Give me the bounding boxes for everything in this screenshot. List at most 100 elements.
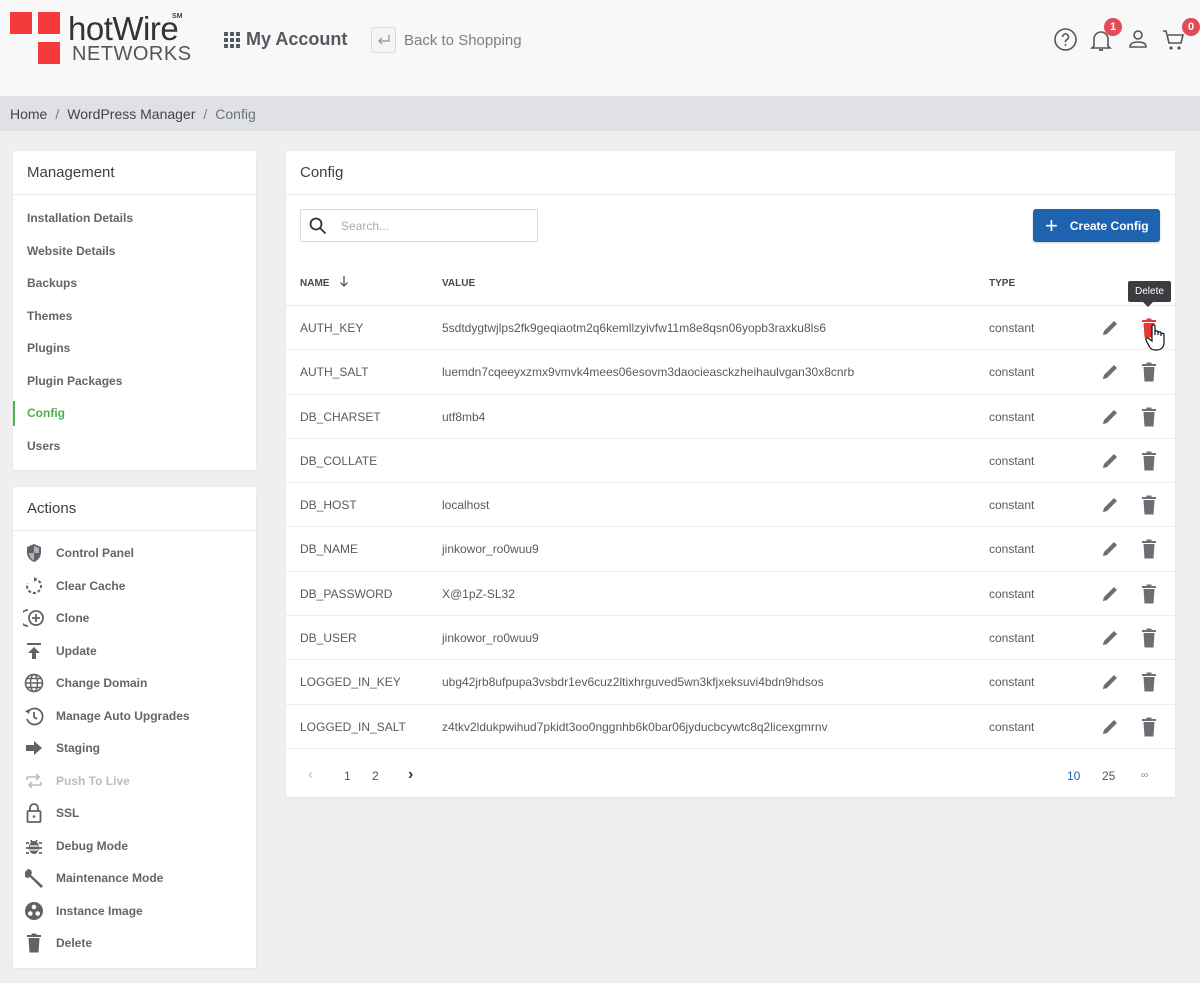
prev-page-button[interactable]: ‹: [308, 766, 313, 784]
action-change-domain[interactable]: Change Domain: [13, 667, 256, 700]
create-config-button[interactable]: + Create Config: [1033, 209, 1160, 242]
delete-icon[interactable]: [1141, 717, 1157, 737]
sidebar-item-users[interactable]: Users: [13, 430, 256, 463]
user-icon: [1129, 30, 1147, 48]
sidebar-item-themes[interactable]: Themes: [13, 300, 256, 333]
sidebar-item-backups[interactable]: Backups: [13, 267, 256, 300]
sidebar-item-label: Installation Details: [27, 211, 134, 226]
edit-icon[interactable]: [1101, 363, 1119, 381]
next-page-button[interactable]: ›: [408, 766, 413, 784]
cell-type: constant: [989, 321, 1035, 335]
sidebar-item-website-details[interactable]: Website Details: [13, 235, 256, 268]
edit-icon[interactable]: [1101, 408, 1119, 426]
table-row: DB_COLLATE constant: [286, 439, 1175, 484]
action-clear-cache[interactable]: Clear Cache: [13, 570, 256, 603]
help-button[interactable]: [1053, 27, 1079, 53]
delete-icon[interactable]: [1141, 628, 1157, 648]
my-account-link[interactable]: My Account: [224, 29, 347, 50]
edit-icon[interactable]: [1101, 673, 1119, 691]
actions-list: Control Panel Clear Cache Clone Update Chang…: [13, 531, 256, 960]
apps-grid-icon: [224, 31, 240, 48]
table-row: AUTH_KEY 5sdtdygtwjlps2fk9geqiaotm2q6keml…: [286, 306, 1175, 351]
table-row: DB_HOST localhost constant: [286, 483, 1175, 528]
delete-icon[interactable]: [1141, 407, 1157, 427]
action-staging[interactable]: Staging: [13, 732, 256, 765]
actions-card: Actions Control Panel Clear Cache Clone Upd…: [13, 487, 256, 968]
breadcrumb: Home / WordPress Manager / Config: [0, 96, 1200, 131]
edit-icon[interactable]: [1101, 629, 1119, 647]
cart-button[interactable]: 0: [1162, 18, 1200, 54]
cell-name: DB_NAME: [300, 542, 359, 557]
search-field[interactable]: [300, 209, 538, 242]
config-card: Config + Create Config NAME VALUE TYPE A…: [286, 151, 1175, 797]
edit-icon[interactable]: [1101, 496, 1119, 514]
cart-badge: 0: [1182, 18, 1200, 36]
action-update[interactable]: Update: [13, 635, 256, 668]
page-button-1[interactable]: 1: [344, 769, 351, 783]
edit-icon[interactable]: [1101, 540, 1119, 558]
cell-value: luemdn7cqeeyxzmx9vmvk4mees06esovm3daocie…: [442, 365, 855, 380]
sidebar-item-label: Plugin Packages: [27, 373, 123, 388]
sidebar-item-plugins[interactable]: Plugins: [13, 332, 256, 365]
column-header-name[interactable]: NAME: [300, 278, 329, 289]
cell-name: LOGGED_IN_KEY: [300, 675, 401, 690]
breadcrumb-separator: /: [55, 105, 60, 122]
delete-icon[interactable]: [1141, 451, 1157, 471]
sidebar-item-label: Themes: [27, 308, 73, 323]
sort-descending-icon[interactable]: [339, 275, 349, 291]
create-config-label: Create Config: [1069, 218, 1149, 233]
pagination: ‹ 1 2 › 10 25 ∞: [286, 754, 1175, 798]
back-to-shopping-link[interactable]: Back to Shopping: [371, 27, 522, 53]
arrow-right-icon: [23, 738, 45, 758]
help-circle-icon: [1054, 28, 1077, 51]
page-size-25[interactable]: 25: [1102, 769, 1115, 783]
action-clone[interactable]: Clone: [13, 602, 256, 635]
sidebar-item-label: Backups: [27, 276, 78, 291]
edit-icon[interactable]: [1101, 319, 1119, 337]
cell-type: constant: [989, 675, 1035, 690]
cell-value: z4tkv2ldukpwihud7pkidt3oo0nggnhb6k0bar06…: [442, 719, 828, 734]
action-control-panel[interactable]: Control Panel: [13, 537, 256, 570]
action-manage-auto-upgrades[interactable]: Manage Auto Upgrades: [13, 700, 256, 733]
action-ssl[interactable]: SSL: [13, 797, 256, 830]
cell-value: jinkowor_ro0wuu9: [442, 542, 539, 557]
edit-icon[interactable]: [1101, 718, 1119, 736]
cell-value: 5sdtdygtwjlps2fk9geqiaotm2q6kemllzyivfw1…: [442, 321, 826, 335]
action-delete[interactable]: Delete: [13, 927, 256, 960]
action-maintenance-mode[interactable]: Maintenance Mode: [13, 862, 256, 895]
cell-name: DB_PASSWORD: [300, 586, 393, 601]
action-label: Instance Image: [56, 903, 143, 918]
brand-logo[interactable]: hotWire SM NETWORKS: [10, 10, 210, 72]
breadcrumb-home[interactable]: Home: [10, 106, 47, 122]
breadcrumb-wordpress-manager[interactable]: WordPress Manager: [67, 106, 195, 122]
action-debug-mode[interactable]: Debug Mode: [13, 830, 256, 863]
search-input[interactable]: [341, 218, 521, 233]
action-label: SSL: [56, 806, 80, 821]
delete-icon[interactable]: [1141, 584, 1157, 604]
sidebar-item-label: Config: [27, 406, 65, 421]
delete-tooltip: Delete: [1128, 281, 1171, 307]
delete-icon[interactable]: [1141, 495, 1157, 515]
sidebar-item-label: Website Details: [27, 243, 116, 258]
edit-icon[interactable]: [1101, 452, 1119, 470]
action-label: Clone: [56, 611, 90, 626]
delete-icon[interactable]: [1141, 362, 1157, 382]
page-size-all[interactable]: ∞: [1141, 770, 1148, 781]
action-push-to-live[interactable]: Push To Live: [13, 765, 256, 798]
page-button-2[interactable]: 2: [372, 769, 379, 783]
sidebar-item-config[interactable]: Config: [13, 397, 256, 430]
cell-type: constant: [989, 719, 1035, 734]
action-label: Delete: [56, 936, 93, 951]
delete-icon[interactable]: [1141, 539, 1157, 559]
sidebar-item-plugin-packages[interactable]: Plugin Packages: [13, 365, 256, 398]
delete-icon[interactable]: [1141, 672, 1157, 692]
edit-icon[interactable]: [1101, 585, 1119, 603]
page-size-10[interactable]: 10: [1067, 769, 1080, 783]
action-label: Debug Mode: [56, 838, 128, 853]
repeat-icon: [23, 771, 45, 791]
notifications-button[interactable]: 1: [1090, 18, 1122, 54]
action-instance-image[interactable]: Instance Image: [13, 895, 256, 928]
action-label: Manage Auto Upgrades: [56, 708, 190, 723]
account-button[interactable]: [1127, 28, 1153, 54]
sidebar-item-installation-details[interactable]: Installation Details: [13, 202, 256, 235]
